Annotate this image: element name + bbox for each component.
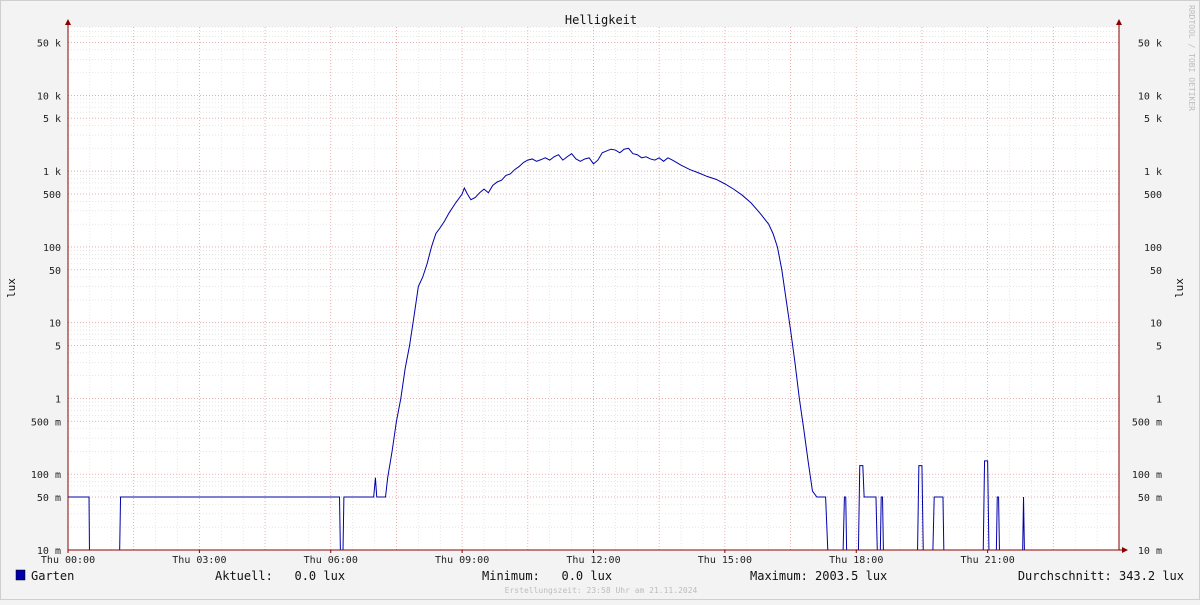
- x-tick-label: Thu 03:00: [172, 555, 226, 566]
- y-tick-label-right: 500: [1144, 190, 1162, 201]
- x-axis-ticks: Thu 00:00 Thu 03:00 Thu 06:00 Thu 09:00 Thu …: [41, 555, 1015, 566]
- y-tick-label-right: 10: [1150, 319, 1162, 330]
- y-tick-label-left: 5 k: [43, 114, 61, 125]
- y-tick-label-left: 50 m: [37, 493, 61, 504]
- legend-swatch: [15, 569, 26, 581]
- legend-series-label: Garten: [31, 569, 74, 583]
- y-tick-label-right: 50 m: [1138, 493, 1162, 504]
- y-tick-label-left: 5: [55, 342, 61, 353]
- legend-current: Aktuell: 0.0 lux: [215, 569, 345, 583]
- y-tick-label-left: 1: [55, 394, 61, 405]
- y-axis-left-arrow: [65, 19, 71, 25]
- x-tick-label: Thu 18:00: [829, 555, 883, 566]
- chart-svg: 10 m 10 m50 m 50 m100 m 100 m500 m 500 m1 15 5…: [5, 5, 1196, 595]
- y-tick-label-left: 100: [43, 243, 61, 254]
- y-axis-right-arrow: [1116, 19, 1122, 25]
- y-tick-label-right: 50 k: [1138, 38, 1162, 49]
- y-tick-label-right: 50: [1150, 266, 1162, 277]
- y-tick-label-right: 500 m: [1132, 417, 1162, 428]
- y-tick-label-right: 100 m: [1132, 470, 1162, 481]
- y-tick-label-right: 5: [1156, 342, 1162, 353]
- footer-created-time: Erstellungszeit: 23:58 Uhr am 21.11.2024: [505, 586, 698, 595]
- y-tick-label-right: 1: [1156, 394, 1162, 405]
- legend-average: Durchschnitt: 343.2 lux: [1018, 569, 1184, 583]
- y-axis-label-left: lux: [5, 278, 18, 298]
- watermark: RRDTOOL / TOBI OETIKER: [1187, 5, 1196, 111]
- y-tick-label-left: 500 m: [31, 417, 61, 428]
- y-tick-label-left: 10 k: [37, 91, 61, 102]
- y-tick-label-left: 50 k: [37, 38, 61, 49]
- x-tick-label: Thu 06:00: [304, 555, 358, 566]
- y-tick-label-left: 1 k: [43, 167, 61, 178]
- x-tick-label: Thu 09:00: [435, 555, 489, 566]
- y-tick-label-left: 10: [49, 319, 61, 330]
- chart-window: 10 m 10 m 50 m 50 m 100 m 100 m 500 m 500 m1155…: [0, 0, 1200, 600]
- y-tick-label-left: 100 m: [31, 470, 61, 481]
- y-tick-label-right: 10 k: [1138, 91, 1162, 102]
- y-tick-label-left: 500: [43, 190, 61, 201]
- x-tick-label: Thu 21:00: [961, 555, 1015, 566]
- chart-title: Helligkeit: [565, 13, 637, 27]
- x-axis-arrow: [1122, 547, 1128, 553]
- y-tick-label-left: 50: [49, 266, 61, 277]
- y-axis-label-right: lux: [1173, 278, 1186, 298]
- y-tick-label-right: 1 k: [1144, 167, 1162, 178]
- y-tick-label-right: 10 m: [1138, 546, 1162, 557]
- y-tick-label-right: 5 k: [1144, 114, 1162, 125]
- x-tick-label: Thu 00:00: [41, 555, 95, 566]
- x-tick-label: Thu 12:00: [566, 555, 620, 566]
- legend-minimum: Minimum: 0.0 lux: [482, 569, 612, 583]
- y-tick-label-right: 100: [1144, 243, 1162, 254]
- x-tick-label: Thu 15:00: [698, 555, 752, 566]
- legend-maximum: Maximum: 2003.5 lux: [750, 569, 887, 583]
